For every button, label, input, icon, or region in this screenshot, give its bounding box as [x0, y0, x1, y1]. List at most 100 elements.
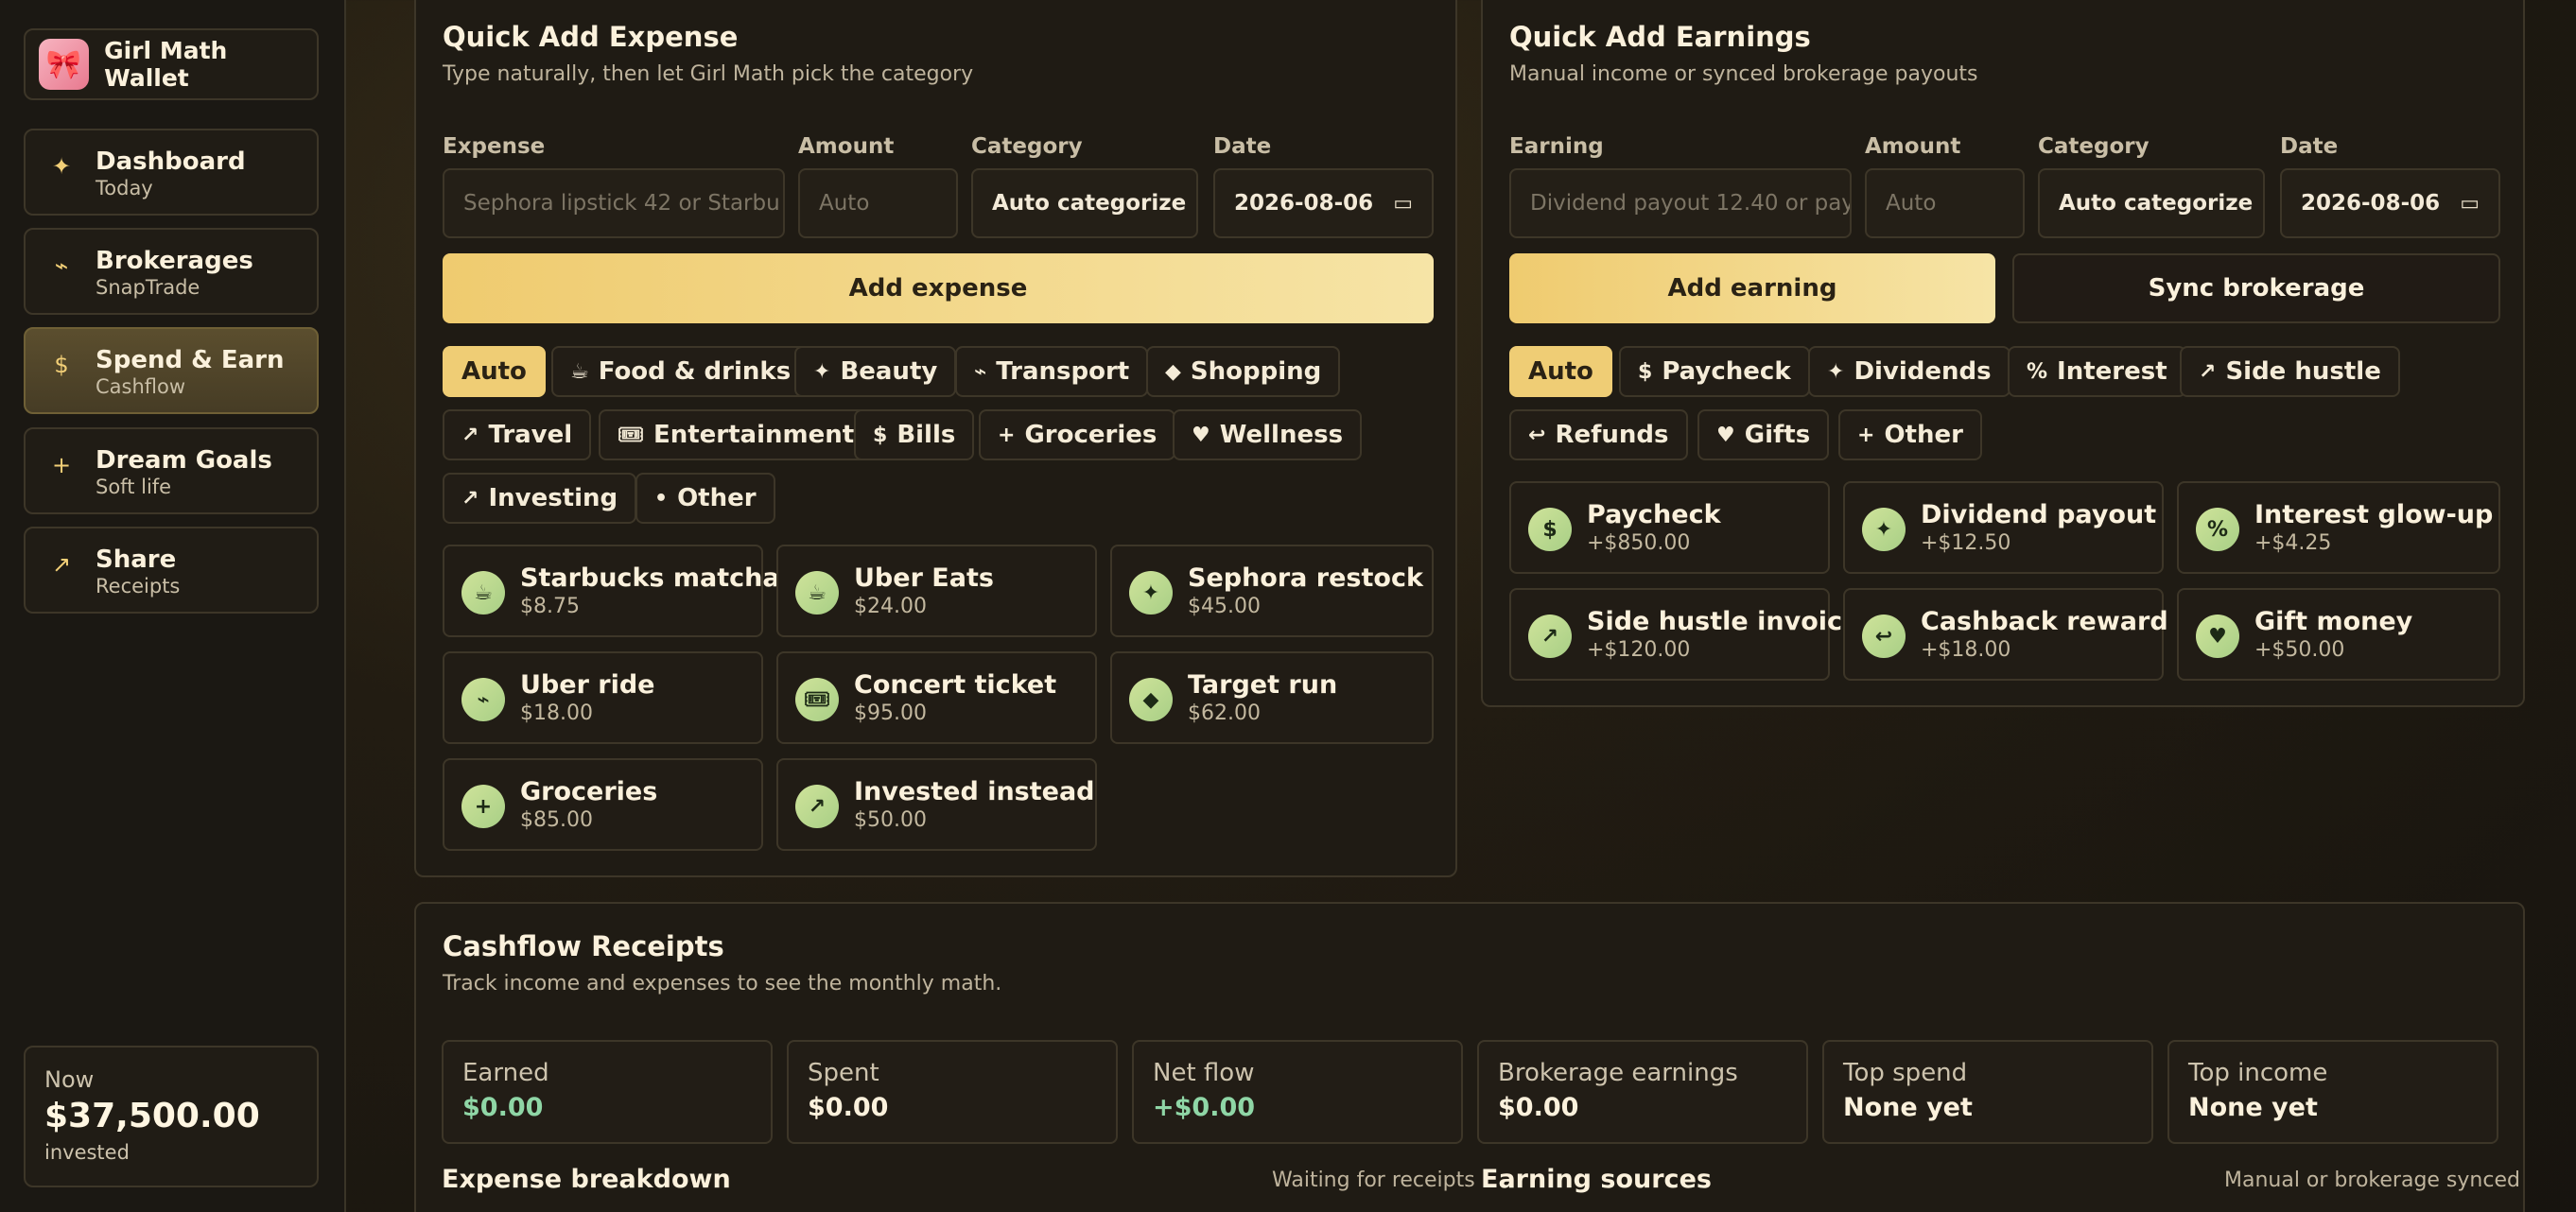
brand[interactable]: 🎀 Girl Math Wallet	[24, 28, 319, 100]
now-label: Now	[44, 1066, 95, 1093]
chip-entertainment[interactable]: 🎟 Entertainment	[599, 409, 874, 460]
sparkle-icon: ✦	[51, 153, 72, 180]
panel-title: Cashflow Receipts	[443, 930, 724, 962]
stat-value: $0.00	[462, 1093, 544, 1122]
tile-title: Side hustle invoice	[1587, 607, 1860, 636]
sparkle-icon: ✦	[1129, 571, 1173, 615]
chip-dividends[interactable]: ✦ Dividends	[1808, 346, 2010, 397]
chip-label: Bills	[896, 421, 956, 449]
stat-earned: Earned $0.00	[442, 1040, 773, 1144]
chip-investing[interactable]: ↗ Investing	[443, 473, 637, 524]
sync-brokerage-button[interactable]: Sync brokerage	[2012, 253, 2500, 323]
quick-expense-tile[interactable]: ☕ Uber Eats $24.00	[776, 545, 1097, 637]
chip-travel[interactable]: ↗ Travel	[443, 409, 592, 460]
sidebar-item-brokerages[interactable]: ⌁ Brokerages SnapTrade	[24, 228, 319, 315]
sidebar-item-dream-goals[interactable]: + Dream Goals Soft life	[24, 427, 319, 514]
chip-label: Wellness	[1219, 421, 1344, 449]
arrow-up-right-icon: ↗	[2199, 359, 2217, 384]
quick-expense-tile[interactable]: ☕ Starbucks matcha $8.75	[443, 545, 780, 637]
chip-transport[interactable]: ⌁ Transport	[955, 346, 1149, 397]
percent-icon: %	[2196, 508, 2239, 551]
chip-wellness[interactable]: ♥ Wellness	[1173, 409, 1363, 460]
expense-amount-input[interactable]: Auto	[798, 168, 958, 238]
dollar-icon: $	[873, 423, 888, 447]
earning-category-select[interactable]: Auto categorize ⌄	[2038, 168, 2265, 238]
expense-category-select[interactable]: Auto categorize ⌄	[971, 168, 1198, 238]
tile-amount: +$18.00	[1921, 638, 2011, 662]
amount-label: Amount	[798, 134, 895, 159]
arrow-up-right-icon: ↗	[795, 785, 839, 828]
chip-label: Transport	[996, 357, 1130, 386]
invested-summary: Now $37,500.00 invested	[24, 1046, 319, 1187]
chip-label: Other	[1884, 421, 1963, 449]
add-expense-button[interactable]: Add expense	[443, 253, 1434, 323]
earning-date-input[interactable]: 2026-08-06 ▭	[2280, 168, 2500, 238]
chip-beauty[interactable]: ✦ Beauty	[794, 346, 957, 397]
earning-label: Earning	[1509, 134, 1604, 159]
tile-amount: $62.00	[1188, 701, 1261, 725]
coffee-icon: ☕	[795, 571, 839, 615]
sidebar-item-subtitle: Cashflow	[96, 375, 186, 398]
tile-title: Groceries	[520, 777, 658, 806]
quick-earning-tile[interactable]: $ Paycheck +$850.00	[1509, 481, 1830, 574]
chip-groceries[interactable]: + Groceries	[979, 409, 1176, 460]
sidebar-item-spend-earn[interactable]: $ Spend & Earn Cashflow	[24, 327, 319, 414]
chip-label: Beauty	[840, 357, 938, 386]
chip-auto[interactable]: Auto	[1509, 346, 1612, 397]
category-label: Category	[971, 134, 1083, 159]
quick-earning-tile[interactable]: ↩ Cashback reward +$18.00	[1843, 588, 2168, 681]
quick-earning-tile[interactable]: ♥ Gift money +$50.00	[2177, 588, 2500, 681]
chip-other[interactable]: • Other	[635, 473, 775, 524]
chip-side-hustle[interactable]: ↗ Side hustle	[2180, 346, 2400, 397]
chip-label: Paycheck	[1662, 357, 1791, 386]
add-earning-button[interactable]: Add earning	[1509, 253, 1995, 323]
chip-label: Travel	[488, 421, 573, 449]
invested-label: invested	[44, 1141, 130, 1164]
category-value: Auto categorize	[2059, 191, 2254, 216]
expense-input[interactable]: Sephora lipstick 42 or Starbu	[443, 168, 785, 238]
tile-title: Target run	[1188, 670, 1338, 700]
chip-label: Groceries	[1024, 421, 1157, 449]
sidebar-item-share[interactable]: ↗ Share Receipts	[24, 527, 319, 614]
sidebar-item-title: Dashboard	[96, 147, 246, 176]
chip-gifts[interactable]: ♥ Gifts	[1697, 409, 1830, 460]
chip-other[interactable]: + Other	[1838, 409, 1982, 460]
earning-input[interactable]: Dividend payout 12.40 or pay	[1509, 168, 1852, 238]
quick-earning-tile[interactable]: ↗ Side hustle invoice +$120.00	[1509, 588, 1860, 681]
quick-expense-tile[interactable]: ◆ Target run $62.00	[1110, 651, 1434, 744]
sidebar-item-dashboard[interactable]: ✦ Dashboard Today	[24, 129, 319, 216]
date-label: Date	[2280, 134, 2339, 159]
quick-expense-tile[interactable]: 🎟 Concert ticket $95.00	[776, 651, 1097, 744]
chip-label: Side hustle	[2225, 357, 2381, 386]
quick-earning-tile[interactable]: % Interest glow-up +$4.25	[2177, 481, 2500, 574]
sidebar-item-title: Spend & Earn	[96, 346, 285, 374]
chip-paycheck[interactable]: $ Paycheck	[1619, 346, 1810, 397]
invested-value: $37,500.00	[44, 1097, 260, 1135]
quick-expense-tile[interactable]: ↗ Invested instead $50.00	[776, 758, 1097, 851]
sparkle-icon: ✦	[1827, 359, 1845, 384]
expense-date-input[interactable]: 2026-08-06 ▭	[1213, 168, 1434, 238]
quick-expense-tile[interactable]: ⌁ Uber ride $18.00	[443, 651, 763, 744]
sidebar-item-subtitle: Soft life	[96, 476, 172, 498]
quick-expense-tile[interactable]: + Groceries $85.00	[443, 758, 763, 851]
earning-amount-input[interactable]: Auto	[1865, 168, 2025, 238]
panel-title: Quick Add Earnings	[1509, 21, 1811, 53]
dot-icon: •	[654, 486, 669, 511]
arrow-up-right-icon: ↗	[461, 486, 479, 511]
chip-auto[interactable]: Auto	[443, 346, 546, 397]
tile-amount: +$850.00	[1587, 531, 1691, 555]
stat-value: None yet	[2188, 1093, 2318, 1122]
quick-expense-tile[interactable]: ✦ Sephora restock $45.00	[1110, 545, 1434, 637]
chip-shopping[interactable]: ◆ Shopping	[1146, 346, 1341, 397]
stat-label: Earned	[462, 1059, 549, 1087]
link-icon: ⌁	[54, 252, 69, 279]
heart-icon: ♥	[1716, 423, 1735, 447]
tile-amount: $18.00	[520, 701, 593, 725]
chip-bills[interactable]: $ Bills	[854, 409, 975, 460]
chip-food-drinks[interactable]: ☕ Food & drinks	[551, 346, 810, 397]
chip-interest[interactable]: % Interest	[2008, 346, 2186, 397]
stat-value: None yet	[1843, 1093, 1973, 1122]
chip-refunds[interactable]: ↩ Refunds	[1509, 409, 1688, 460]
quick-earning-tile[interactable]: ✦ Dividend payout +$12.50	[1843, 481, 2164, 574]
calendar-icon: ▭	[1393, 191, 1413, 216]
